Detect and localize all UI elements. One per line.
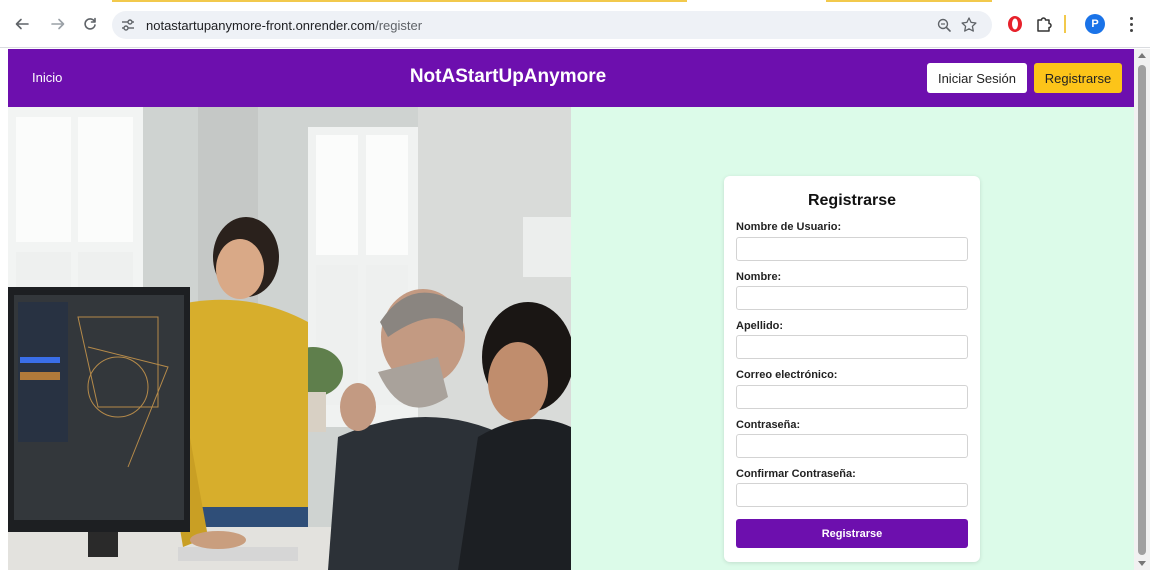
zoom-icon[interactable] [936, 17, 952, 38]
register-nav-button[interactable]: Registrarse [1034, 63, 1122, 93]
scroll-down-arrow-icon[interactable] [1138, 561, 1146, 566]
toolbar-separator [1064, 15, 1066, 33]
username-label: Nombre de Usuario: [736, 221, 842, 233]
login-button[interactable]: Iniciar Sesión [927, 63, 1027, 93]
register-form: Registrarse Nombre de Usuario: Nombre: A… [724, 176, 980, 562]
first-name-label: Nombre: [736, 271, 782, 283]
profile-avatar[interactable]: P [1085, 14, 1105, 34]
url-host: notastartupanymore-front.onrender.com [146, 18, 376, 33]
address-bar[interactable]: notastartupanymore-front.onrender.com/re… [112, 11, 992, 39]
register-panel: Registrarse Nombre de Usuario: Nombre: A… [571, 107, 1134, 570]
password-input[interactable] [736, 434, 968, 458]
scrollbar-thumb[interactable] [1138, 65, 1146, 555]
opera-extension-icon[interactable] [1005, 14, 1025, 39]
star-icon[interactable] [960, 16, 978, 39]
first-name-input[interactable] [736, 286, 968, 310]
site-header: Inicio NotAStartUpAnymore Iniciar Sesión… [8, 49, 1134, 107]
app-viewport: Inicio NotAStartUpAnymore Iniciar Sesión… [8, 49, 1134, 570]
confirm-password-label: Confirmar Contraseña: [736, 468, 856, 480]
url-text[interactable]: notastartupanymore-front.onrender.com/re… [146, 18, 422, 33]
register-submit-button[interactable]: Registrarse [736, 519, 968, 548]
last-name-input[interactable] [736, 335, 968, 359]
browser-toolbar: notastartupanymore-front.onrender.com/re… [0, 0, 1150, 48]
back-arrow-icon[interactable] [12, 14, 32, 34]
hero-photo [8, 107, 571, 570]
email-input[interactable] [736, 385, 968, 409]
loading-indicator [112, 0, 687, 2]
puzzle-icon[interactable] [1034, 14, 1054, 39]
email-label: Correo electrónico: [736, 369, 838, 381]
confirm-password-input[interactable] [736, 483, 968, 507]
forward-arrow-icon[interactable] [48, 14, 68, 34]
site-settings-icon[interactable] [120, 17, 136, 38]
loading-indicator [826, 0, 992, 2]
url-path: /register [375, 18, 423, 33]
form-title: Registrarse [807, 192, 897, 209]
three-dots-icon[interactable] [1124, 14, 1138, 34]
page-scrollbar[interactable] [1134, 49, 1150, 570]
scroll-up-arrow-icon[interactable] [1138, 53, 1146, 58]
password-label: Contraseña: [736, 419, 801, 431]
reload-icon[interactable] [80, 14, 100, 34]
brand-title: NotAStartUpAnymore [409, 66, 607, 87]
last-name-label: Apellido: [736, 320, 784, 332]
username-input[interactable] [736, 237, 968, 261]
